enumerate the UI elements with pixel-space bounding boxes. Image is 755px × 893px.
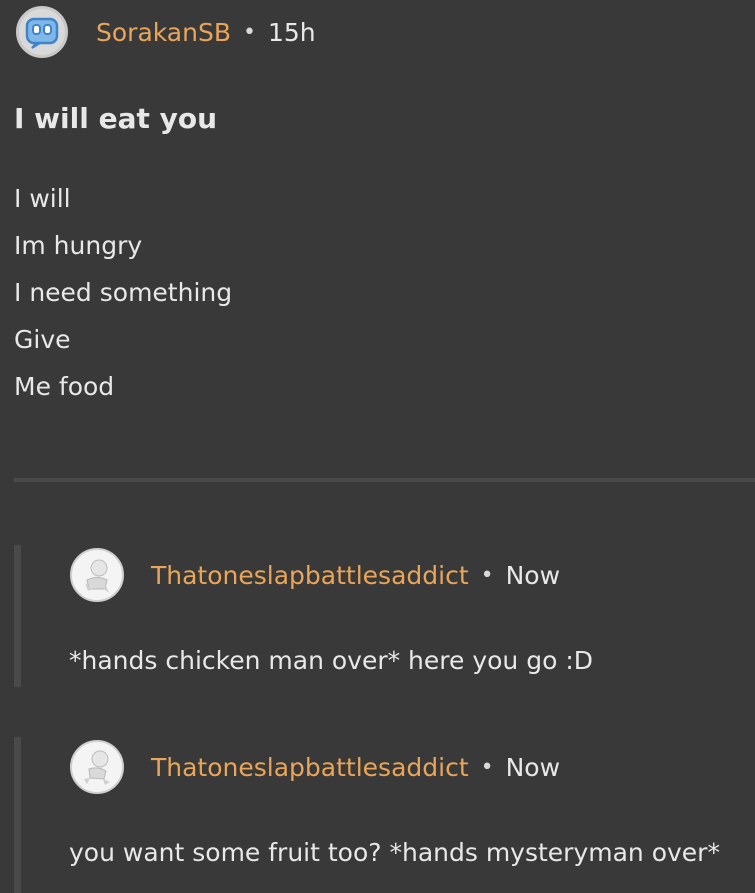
- comment-header: Thatoneslapbattlesaddict • Now: [70, 739, 560, 795]
- post-username[interactable]: SorakanSB: [96, 18, 231, 47]
- post-time: 15h: [267, 17, 316, 47]
- avatar[interactable]: [70, 740, 124, 794]
- separator-dot: •: [243, 19, 256, 45]
- separator-dot: •: [480, 754, 494, 780]
- avatar[interactable]: [16, 6, 68, 58]
- divider: [14, 478, 755, 482]
- thread-line[interactable]: [14, 545, 21, 687]
- post-body: I will Im hungry I need something Give M…: [14, 180, 232, 415]
- post-header: SorakanSB • 15h: [16, 4, 316, 60]
- comment-time: Now: [505, 752, 561, 782]
- comment-username[interactable]: Thatoneslapbattlesaddict: [151, 753, 469, 782]
- roblox-avatar-icon: [84, 750, 110, 785]
- separator-dot: •: [480, 562, 494, 588]
- post-line: I will: [14, 184, 71, 213]
- comment-header: Thatoneslapbattlesaddict • Now: [70, 547, 560, 603]
- robot-face-icon: [25, 17, 59, 49]
- comment: Thatoneslapbattlesaddict • Now you want …: [14, 737, 755, 893]
- comment: Thatoneslapbattlesaddict • Now *hands ch…: [14, 545, 755, 687]
- comment-text: *hands chicken man over* here you go :D: [69, 646, 593, 675]
- comment-username[interactable]: Thatoneslapbattlesaddict: [151, 561, 469, 590]
- comment-time: Now: [505, 560, 561, 590]
- comment-text: you want some fruit too? *hands mysterym…: [69, 838, 720, 867]
- post-line: Me food: [14, 372, 115, 401]
- post-line: Im hungry: [14, 231, 143, 260]
- thread-line[interactable]: [14, 737, 21, 893]
- post-title: I will eat you: [14, 102, 218, 135]
- post-line: Give: [14, 325, 71, 354]
- avatar[interactable]: [70, 548, 124, 602]
- roblox-avatar-icon: [85, 559, 109, 593]
- post-line: I need something: [14, 278, 233, 307]
